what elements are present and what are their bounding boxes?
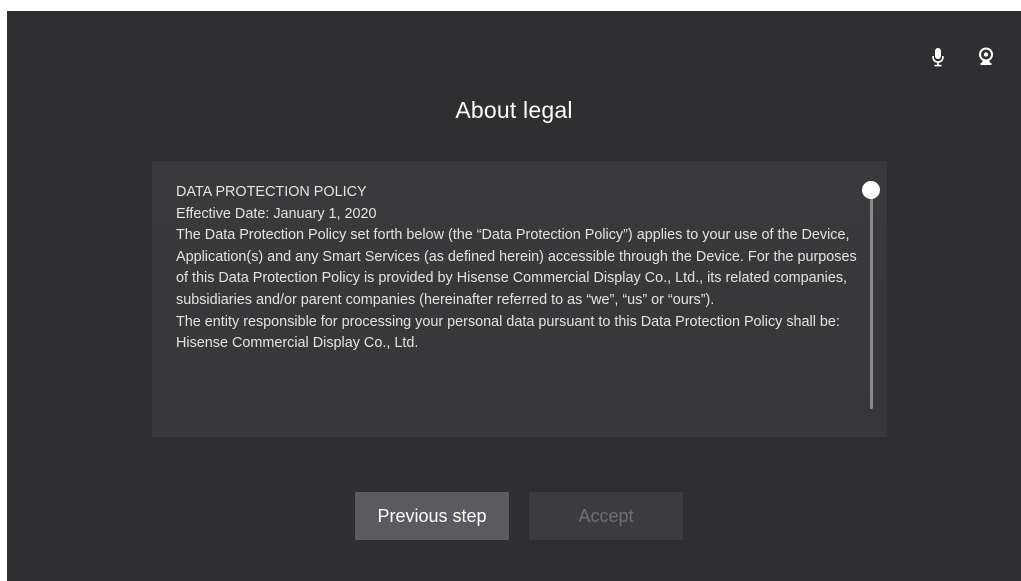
scrollbar-track[interactable]	[870, 187, 873, 409]
previous-step-button[interactable]: Previous step	[355, 492, 509, 540]
microphone-icon[interactable]	[927, 45, 949, 69]
legal-screen: About legal DATA PROTECTION POLICY Effec…	[7, 11, 1021, 581]
scrollbar-thumb[interactable]	[862, 181, 880, 199]
policy-panel[interactable]: DATA PROTECTION POLICY Effective Date: J…	[152, 161, 887, 437]
accept-button[interactable]: Accept	[529, 492, 683, 540]
policy-text: DATA PROTECTION POLICY Effective Date: J…	[176, 182, 866, 415]
webcam-icon[interactable]	[975, 45, 997, 69]
policy-line: DATA PROTECTION POLICY	[176, 184, 367, 200]
status-icons	[927, 45, 997, 69]
policy-line: Effective Date: January 1, 2020	[176, 205, 377, 222]
button-row: Previous step Accept	[355, 492, 683, 540]
policy-line: The entity responsible for processing yo…	[176, 313, 840, 330]
page-title: About legal	[455, 97, 573, 123]
policy-line: The Data Protection Policy set forth bel…	[176, 227, 857, 308]
policy-line: Hisense Commercial Display Co., Ltd.	[176, 335, 419, 352]
